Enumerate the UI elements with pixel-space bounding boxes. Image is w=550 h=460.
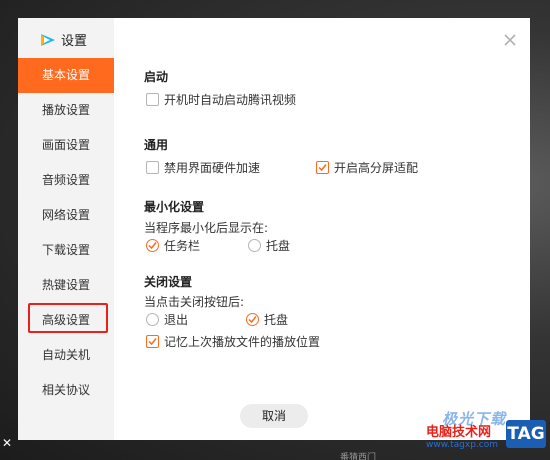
minimize-tray-label: 托盘 [266, 239, 291, 253]
high-dpi-label: 开启高分屏适配 [334, 161, 419, 175]
checkbox-box [146, 161, 159, 174]
sidebar-item-hotkeys[interactable]: 热键设置 [18, 268, 114, 303]
sidebar-item-audio[interactable]: 音频设置 [18, 163, 114, 198]
close-tray-label: 托盘 [264, 313, 289, 327]
background-close-icon[interactable]: ✕ [2, 436, 12, 450]
dialog-title: 设置 [61, 34, 88, 49]
minimize-tray-radio[interactable]: 托盘 [248, 237, 290, 254]
remember-position-label: 记忆上次播放文件的播放位置 [164, 335, 321, 349]
radio-selected-icon [146, 239, 159, 252]
close-exit-radio[interactable]: 退出 [146, 311, 188, 328]
radio-unselected-icon [248, 239, 261, 252]
minimize-taskbar-label: 任务栏 [164, 239, 201, 253]
tencent-video-logo-icon [40, 33, 56, 47]
background-caption: 番猜西门 [340, 453, 377, 460]
sidebar-item-download[interactable]: 下载设置 [18, 233, 114, 268]
settings-dialog: 设置 基本设置 播放设置 画面设置 音频设置 网络设置 下载设置 热键设置 高级… [18, 18, 530, 440]
remember-position-checkbox[interactable]: 记忆上次播放文件的播放位置 [146, 333, 320, 350]
checkbox-box [146, 93, 159, 106]
close-tray-radio[interactable]: 托盘 [246, 311, 288, 328]
auto-start-checkbox[interactable]: 开机时自动启动腾讯视频 [146, 91, 296, 108]
close-prompt: 当点击关闭按钮后: [144, 295, 245, 309]
close-exit-label: 退出 [164, 313, 189, 327]
checkmark-icon [146, 335, 159, 348]
sidebar-item-network[interactable]: 网络设置 [18, 198, 114, 233]
section-title-close: 关闭设置 [144, 275, 193, 289]
sidebar-item-auto-shutdown[interactable]: 自动关机 [18, 338, 114, 373]
section-title-startup: 启动 [144, 70, 169, 84]
sidebar-item-playback[interactable]: 播放设置 [18, 93, 114, 128]
section-title-minimize: 最小化设置 [144, 200, 205, 214]
settings-nav: 基本设置 播放设置 画面设置 音频设置 网络设置 下载设置 热键设置 高级设置 … [18, 58, 114, 408]
sidebar-item-advanced[interactable]: 高级设置 [18, 303, 114, 338]
sidebar-item-picture[interactable]: 画面设置 [18, 128, 114, 163]
settings-sidebar: 设置 基本设置 播放设置 画面设置 音频设置 网络设置 下载设置 热键设置 高级… [18, 18, 114, 440]
dialog-header: 设置 [40, 30, 87, 49]
high-dpi-checkbox[interactable]: 开启高分屏适配 [316, 159, 418, 176]
radio-selected-icon [246, 313, 259, 326]
radio-unselected-icon [146, 313, 159, 326]
section-title-general: 通用 [144, 138, 169, 152]
cancel-button[interactable]: 取消 [240, 404, 308, 428]
checkmark-icon [316, 161, 329, 174]
sidebar-item-basic[interactable]: 基本设置 [18, 58, 114, 93]
minimize-taskbar-radio[interactable]: 任务栏 [146, 237, 200, 254]
sidebar-item-agreements[interactable]: 相关协议 [18, 373, 114, 408]
auto-start-label: 开机时自动启动腾讯视频 [164, 93, 297, 107]
settings-content: 启动 开机时自动启动腾讯视频 通用 禁用界面硬件加速 开启高分屏适配 最小化设置… [144, 18, 530, 440]
disable-hw-accel-checkbox[interactable]: 禁用界面硬件加速 [146, 159, 260, 176]
disable-hw-accel-label: 禁用界面硬件加速 [164, 161, 261, 175]
minimize-prompt: 当程序最小化后显示在: [144, 221, 269, 235]
